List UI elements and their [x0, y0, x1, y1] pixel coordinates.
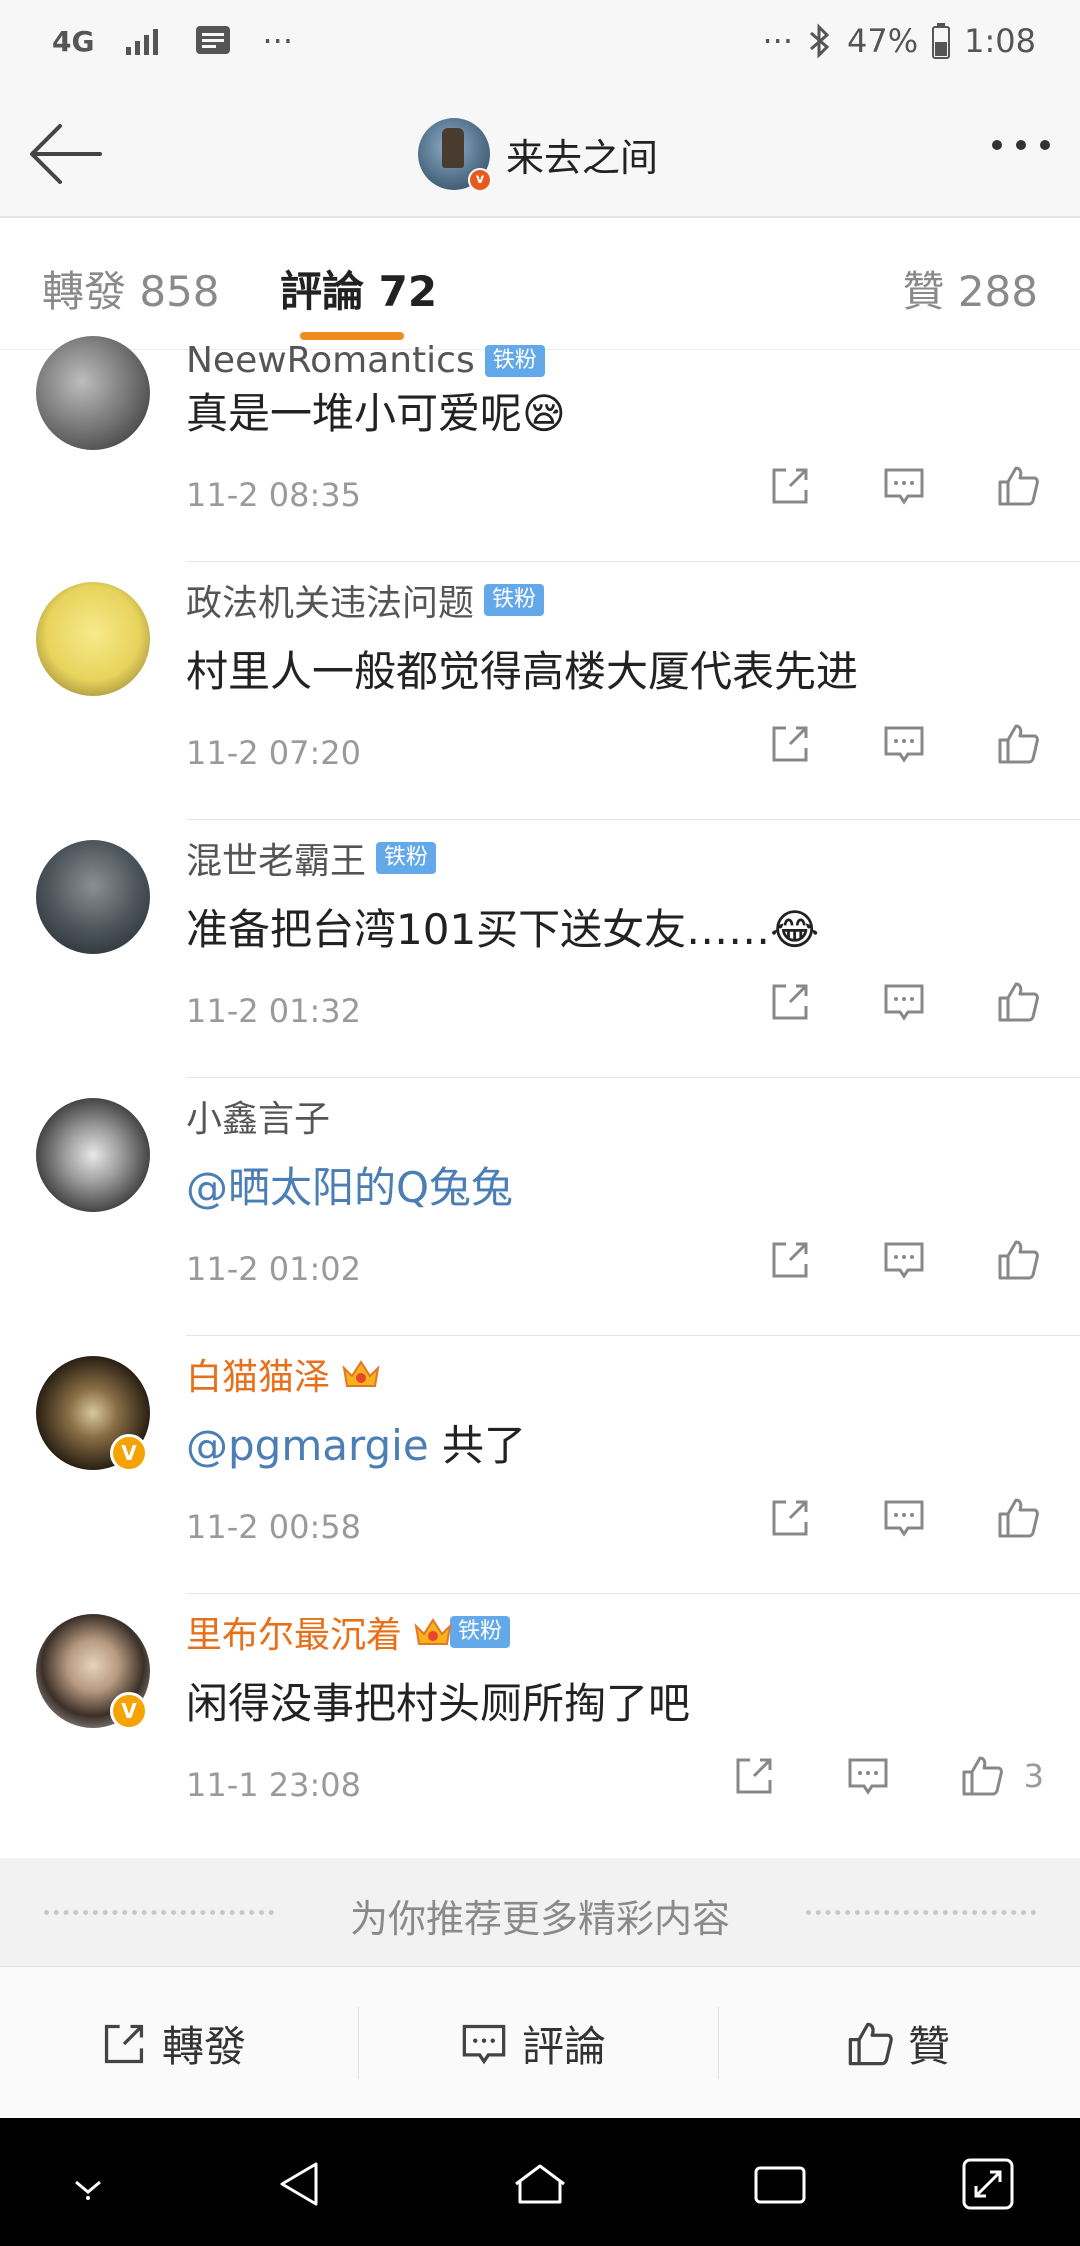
like-icon[interactable] [996, 980, 1040, 1024]
recommend-label[interactable]: 为你推荐更多精彩内容 [0, 1888, 1080, 1943]
verified-badge-icon: V [110, 1692, 148, 1730]
mention-link[interactable]: @晒太阳的Q兔兔 [186, 1163, 513, 1212]
comment-text: @pgmargie 共了 [186, 1412, 526, 1473]
message-icon [196, 26, 231, 54]
comment-item: V 里布尔最沉着 铁粉 闲得没事把村头厕所掏了吧 11-1 23:08 3 [0, 1594, 1080, 1852]
share-icon[interactable] [768, 722, 812, 766]
comment-author[interactable]: 里布尔最沉着 [186, 1606, 402, 1658]
like-icon[interactable] [996, 1496, 1040, 1540]
comment-author[interactable]: 政法机关违法问题 [186, 574, 474, 626]
network-indicator: 4G [52, 24, 95, 58]
reply-icon[interactable] [882, 464, 926, 508]
comment-text: 村里人一般都觉得高楼大厦代表先进 [186, 647, 859, 696]
comment-time: 11-2 01:02 [186, 1250, 362, 1288]
dotted-line [806, 1910, 1036, 1915]
like-icon[interactable] [960, 1754, 1004, 1798]
comment-text-body: 共了 [428, 1421, 527, 1470]
recents-nav-icon[interactable] [750, 2154, 810, 2214]
fan-badge: 铁粉 [484, 584, 545, 616]
like-icon[interactable] [996, 722, 1040, 766]
verified-badge-icon: V [110, 1434, 148, 1472]
comment-item: NeewRomantics 铁粉 真是一堆小可爱呢😪 11-2 08:35 [0, 304, 1080, 562]
reply-icon[interactable] [882, 980, 926, 1024]
fan-badge: 铁粉 [376, 842, 437, 874]
comment-author[interactable]: 白猫猫泽 [186, 1348, 330, 1400]
reply-icon[interactable] [882, 722, 926, 766]
comment-icon [462, 2024, 506, 2064]
comment-time: 11-2 00:58 [186, 1508, 362, 1546]
more-icon[interactable] [992, 140, 1050, 150]
comment-label: 評論 [522, 2022, 607, 2071]
like-button[interactable]: 贊 [846, 2013, 950, 2074]
chevron-down-icon[interactable] [58, 2154, 118, 2214]
share-icon [104, 2024, 144, 2063]
avatar[interactable] [36, 840, 150, 954]
comment-text: @晒太阳的Q兔兔 [186, 1154, 513, 1215]
comment-text: 真是一堆小可爱呢😪 [186, 389, 566, 438]
comment-author[interactable]: NeewRomantics [186, 340, 475, 381]
avatar[interactable] [36, 336, 150, 450]
home-nav-icon[interactable] [510, 2154, 570, 2214]
crown-icon [414, 1618, 452, 1645]
avatar[interactable] [36, 1098, 150, 1212]
avatar[interactable] [36, 582, 150, 696]
comment-item: V 白猫猫泽 @pgmargie 共了 11-2 00:58 [0, 1336, 1080, 1594]
comment-item: 政法机关违法问题 铁粉 村里人一般都觉得高楼大厦代表先进 11-2 07:20 [0, 562, 1080, 820]
fan-badge: 铁粉 [484, 344, 545, 377]
like-label: 贊 [908, 2022, 951, 2071]
comment-text: 闲得没事把村头厕所掏了吧 [186, 1679, 691, 1728]
repost-label: 轉發 [162, 2022, 247, 2071]
reply-icon[interactable] [882, 1238, 926, 1282]
back-arrow-icon[interactable] [28, 120, 104, 188]
reply-icon[interactable] [882, 1496, 926, 1540]
header: v 来去之间 [0, 90, 1080, 218]
bottom-toolbar: 轉發 評論 贊 [0, 1966, 1080, 2118]
share-icon[interactable] [768, 1496, 812, 1540]
mention-link[interactable]: @pgmargie [186, 1421, 429, 1470]
comment-item: 混世老霸王 铁粉 准备把台湾101买下送女友……😂 11-2 01:32 [0, 820, 1080, 1078]
like-icon [848, 2022, 893, 2065]
system-nav-bar [0, 2118, 1080, 2246]
comment-time: 11-2 07:20 [186, 734, 362, 772]
weibo-comments-screen: 4G ··· ··· 47% 1:08 v 来去之间 轉發 858 評論 72 … [0, 0, 1080, 2246]
comment-time: 11-1 23:08 [186, 1766, 362, 1804]
clock: 1:08 [964, 22, 1036, 60]
status-bar: 4G ··· ··· 47% 1:08 [0, 0, 1080, 90]
comment-time: 11-2 01:32 [186, 992, 362, 1030]
share-icon[interactable] [768, 980, 812, 1024]
comment-item: 小鑫言子 @晒太阳的Q兔兔 11-2 01:02 [0, 1078, 1080, 1336]
verified-badge-icon: v [468, 168, 492, 192]
reply-icon[interactable] [846, 1754, 890, 1798]
signal-icon [126, 29, 159, 55]
share-icon[interactable] [768, 464, 812, 508]
battery-percent: 47% [847, 22, 919, 60]
crown-icon [342, 1360, 380, 1387]
comment-author[interactable]: 混世老霸王 [186, 832, 366, 884]
recommend-divider: 为你推荐更多精彩内容 [0, 1858, 1080, 1966]
share-icon[interactable] [768, 1238, 812, 1282]
like-icon[interactable] [996, 1238, 1040, 1282]
comment-time: 11-2 08:35 [186, 476, 362, 514]
page-title: 来去之间 [506, 135, 659, 180]
repost-button[interactable]: 轉發 [100, 2013, 246, 2074]
battery-icon [932, 23, 951, 59]
status-dots: ··· [762, 22, 794, 60]
like-icon[interactable] [996, 464, 1040, 508]
header-account[interactable]: v 来去之间 [418, 118, 659, 192]
comment-author[interactable]: 小鑫言子 [186, 1090, 330, 1142]
expand-icon[interactable] [958, 2154, 1018, 2214]
fan-badge: 铁粉 [450, 1616, 511, 1648]
like-count: 3 [1023, 1757, 1044, 1795]
comment-button[interactable]: 評論 [460, 2013, 606, 2074]
share-icon[interactable] [732, 1754, 776, 1798]
back-nav-icon[interactable] [270, 2154, 330, 2214]
comment-text: 准备把台湾101买下送女友……😂 [186, 905, 820, 954]
header-avatar[interactable]: v [418, 118, 492, 192]
bluetooth-icon [810, 23, 830, 59]
status-extra: ··· [262, 22, 293, 60]
